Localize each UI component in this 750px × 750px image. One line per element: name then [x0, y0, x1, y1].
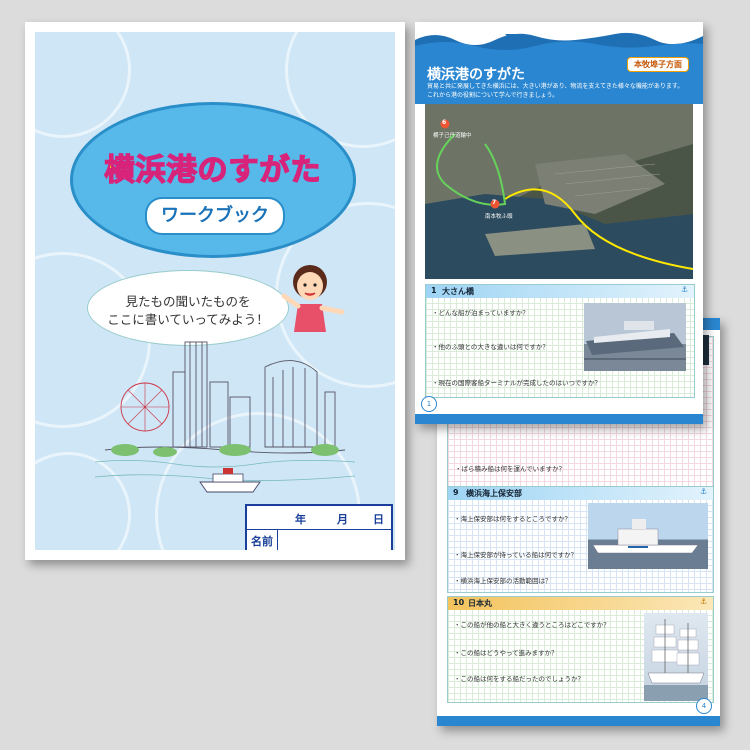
bubble-line-1: 見たもの聞いたものを	[125, 294, 251, 309]
sailing-ship	[644, 619, 708, 701]
name-field[interactable]	[279, 532, 389, 550]
name-date-form: 年 月 日 名前	[245, 504, 393, 550]
question: ・現在の国際客船ターミナルが完成したのはいつですか？	[432, 379, 601, 387]
page-title: 横浜港のすがた	[427, 67, 525, 83]
nippon-maru-photo	[644, 613, 708, 701]
cover-subtitle: ワークブック	[145, 197, 285, 235]
page-description: 貿易と共に発展してきた横浜には、大きい港があり、物流を支えてきた様々な機能があり…	[427, 83, 684, 99]
bubble-line-2: ここに書いていってみよう！	[107, 312, 269, 327]
question: ・どんな船が泊まっていますか？	[432, 309, 529, 317]
map-marker-7-number: 7	[492, 199, 497, 206]
form-day-label: 日	[373, 513, 384, 526]
title-ellipse: 横浜港のすがた ワークブック	[70, 102, 356, 258]
map-marker-6-label: 横子己丹道輪中	[433, 133, 472, 139]
question: ・海上保安部が持っている船は何ですか？	[454, 551, 578, 559]
anchor-icon: ⚓	[680, 285, 688, 294]
anchor-icon: ⚓	[699, 597, 707, 606]
question: ・他のふ頭との大きな違いは何ですか？	[432, 343, 549, 351]
question: ・この船が他の船と大きく違うところはどこですか？	[454, 621, 610, 629]
page-number-1: 1	[421, 396, 437, 412]
question: ・横浜海上保安部の活動範囲は？	[454, 577, 552, 585]
section-1-title: 大さん橋	[442, 287, 474, 296]
section-9-header: 9 横浜海上保安部 ⚓	[448, 487, 713, 500]
section-1-number: 1	[431, 286, 437, 295]
form-name-label: 名前	[247, 530, 278, 550]
page-footer-bar	[415, 414, 703, 424]
section-1-header: 1 大さん橋 ⚓	[426, 285, 694, 298]
anchor-icon: ⚓	[699, 487, 707, 496]
area-tag: 本牧埠子方面	[627, 57, 689, 72]
name-row: 名前	[247, 530, 391, 550]
cruise-ship-photo	[584, 303, 686, 371]
date-row: 年 月 日	[247, 506, 391, 530]
section-10-number: 10	[453, 598, 465, 607]
coast-guard-ship	[592, 519, 699, 554]
section-1: 1 大さん橋 ⚓ ・どんな船が泊まっていますか？ ・他のふ頭との大きな違いは何で…	[425, 284, 695, 398]
question: ・海上保安部は何をするところですか？	[454, 515, 571, 523]
map-marker-6-number: 6	[442, 119, 447, 126]
aerial-photo: 6 横子己丹道輪中 7 南本牧ふ頭	[425, 104, 693, 279]
form-month-label: 月	[337, 513, 348, 526]
wave-header	[415, 32, 703, 52]
workbook-page-1: 横浜港のすがた 本牧埠子方面 貿易と共に発展してきた横浜には、大きい港があり、物…	[415, 22, 703, 424]
girl-illustration	[281, 265, 345, 332]
map-marker-7-label: 南本牧ふ頭	[485, 214, 513, 220]
page-number-4: 4	[696, 698, 712, 714]
coast-guard-ship-photo	[588, 503, 708, 569]
section-10-title: 日本丸	[468, 599, 492, 608]
workbook-cover: 横浜港のすがた ワークブック 見たもの聞いたものを ここに書いていってみよう！	[25, 22, 405, 560]
cruise-ship	[584, 321, 686, 360]
section-9: 9 横浜海上保安部 ⚓ ・海上保安部は何をするところですか？ ・海上保安部が持っ…	[447, 486, 714, 593]
page-footer-bar	[437, 716, 720, 726]
cover-title: 横浜港のすがた	[104, 152, 322, 189]
section-9-number: 9	[453, 488, 459, 497]
form-year-label: 年	[295, 513, 306, 526]
question: ・この船は何をする船だったのでしょうか？	[454, 675, 584, 683]
question-bulk-carrier: ・ばら積み船は何を運んでいますか？	[455, 465, 566, 473]
section-10: 10 日本丸 ⚓ ・この船が他の船と大きく違うところはどこですか？ ・この船はど…	[447, 596, 714, 703]
yokohama-skyline-sketch	[95, 341, 355, 493]
section-9-title: 横浜海上保安部	[466, 489, 522, 498]
cover-background: 横浜港のすがた ワークブック 見たもの聞いたものを ここに書いていってみよう！	[35, 32, 395, 550]
question: ・この船はどうやって進みますか？	[454, 649, 558, 657]
section-10-header: 10 日本丸 ⚓	[448, 597, 713, 610]
